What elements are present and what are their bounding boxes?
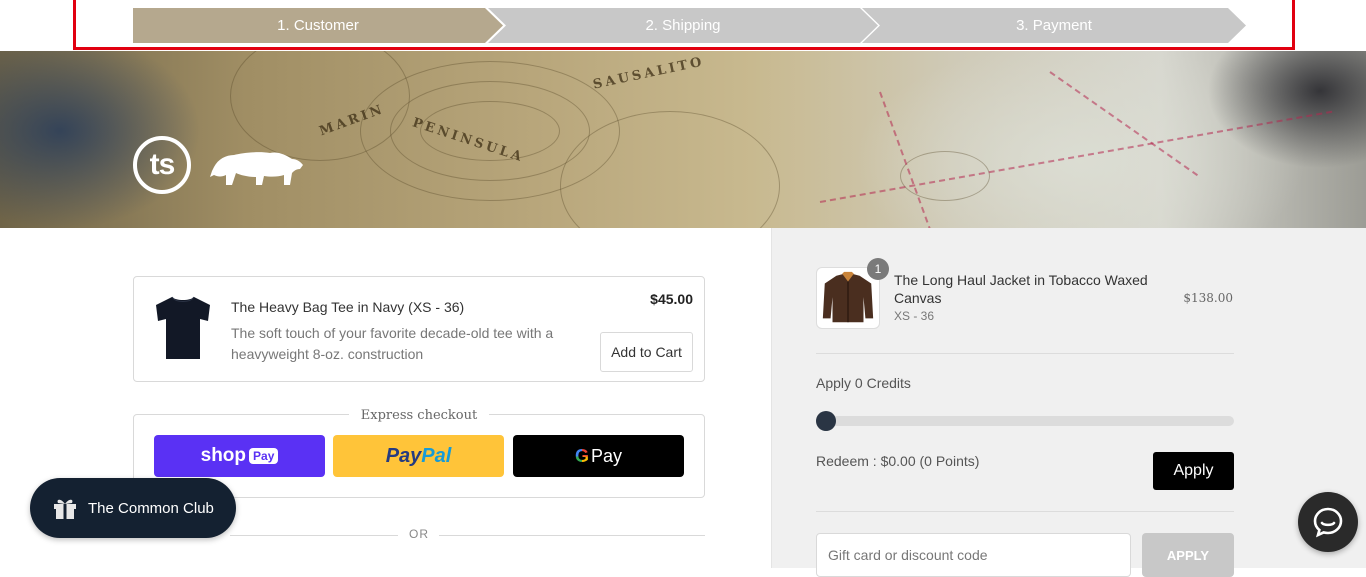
chat-button[interactable] xyxy=(1298,492,1358,552)
paypal-text-pal: Pal xyxy=(421,444,452,467)
summary-divider xyxy=(816,511,1234,512)
quantity-badge: 1 xyxy=(867,258,889,280)
discount-code-input[interactable] xyxy=(816,533,1131,577)
upsell-title: The Heavy Bag Tee in Navy (XS - 36) xyxy=(231,299,465,315)
map-label-sausalito: SAUSALITO xyxy=(591,54,706,93)
map-route xyxy=(819,110,1333,203)
credits-slider[interactable] xyxy=(816,411,1234,431)
hero-banner: SAUSALITO MARIN PENINSULA ts xyxy=(0,51,1366,228)
summary-divider xyxy=(816,353,1234,354)
highlight-frame xyxy=(73,0,1295,50)
common-club-label: The Common Club xyxy=(88,499,214,517)
ts-logo[interactable]: ts xyxy=(133,136,191,194)
upsell-card: The Heavy Bag Tee in Navy (XS - 36) The … xyxy=(133,276,705,382)
gift-icon xyxy=(54,499,76,519)
ts-logo-text: ts xyxy=(149,148,176,181)
credits-slider-handle[interactable] xyxy=(816,411,836,431)
google-pay-button[interactable]: G Pay xyxy=(513,435,684,477)
map-route xyxy=(1049,71,1199,177)
chat-icon xyxy=(1313,507,1343,538)
item-thumbnail: 1 xyxy=(816,258,889,329)
checkout-steps: 1. Customer 2. Shipping 3. Payment xyxy=(0,0,1366,51)
upsell-description: The soft touch of your favorite decade-o… xyxy=(231,325,554,362)
google-pay-text: Pay xyxy=(590,445,623,466)
item-title: The Long Haul Jacket in Tobacco Waxed Ca… xyxy=(894,272,1148,306)
upsell-price: $45.00 xyxy=(650,291,693,307)
paypal-text-pay: Pay xyxy=(385,444,422,467)
order-summary: 1 The Long Haul Jacket in Tobacco Waxed … xyxy=(771,228,1366,577)
bear-logo-icon xyxy=(210,152,303,185)
shop-pay-text: shop xyxy=(200,445,247,466)
common-club-button[interactable]: The Common Club xyxy=(30,478,236,538)
google-g-icon: G xyxy=(574,445,589,466)
map-contour xyxy=(900,151,990,201)
shop-pay-button[interactable]: shop Pay xyxy=(154,435,325,477)
apply-credits-button[interactable]: Apply xyxy=(1153,452,1234,490)
tshirt-icon xyxy=(156,296,210,359)
redeem-label: Redeem : $0.00 (0 Points) xyxy=(816,453,980,469)
add-to-cart-button[interactable]: Add to Cart xyxy=(600,332,693,372)
item-variant: XS - 36 xyxy=(894,309,935,323)
shop-pay-pill: Pay xyxy=(249,448,279,464)
apply-discount-button[interactable]: APPLY xyxy=(1142,533,1234,577)
paypal-button[interactable]: Pay Pal xyxy=(333,435,504,477)
express-checkout-label: Express checkout xyxy=(348,408,490,423)
credits-label: Apply 0 Credits xyxy=(816,375,911,391)
item-price: $138.00 xyxy=(1183,291,1233,305)
